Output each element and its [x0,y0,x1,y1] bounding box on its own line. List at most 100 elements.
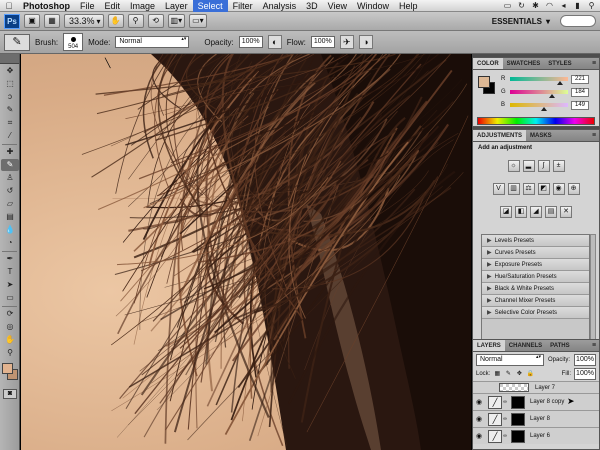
flow-field[interactable]: 100% [310,36,335,48]
mode-select[interactable]: Normal [115,36,190,48]
preset-item[interactable]: ▶ Curves Presets [482,247,589,259]
color-panel-foreground-swatch[interactable] [478,76,490,88]
tab-channels[interactable]: CHANNELS [505,340,546,351]
slider-track[interactable] [510,77,568,85]
color-balance-icon[interactable]: ⚖ [522,183,535,195]
menu-view[interactable]: View [323,0,352,12]
posterize-icon[interactable]: ◧ [515,206,527,218]
eye-icon[interactable]: ◉ [473,415,485,423]
slider-value[interactable]: 221 [571,74,589,84]
zoom-tool-button[interactable]: ⚲ [127,14,144,28]
slider-track[interactable] [510,103,568,111]
mini-bridge-button[interactable]: ▦ [44,14,60,28]
dodge-tool-icon[interactable]: ◔ [1,237,19,249]
eyedropper-tool-icon[interactable]: ⁄ [1,130,19,142]
tab-styles[interactable]: STYLES [544,58,575,69]
preset-item[interactable]: ▶ Exposure Presets [482,259,589,271]
lock-transparency-icon[interactable]: ▦ [493,370,501,378]
vibrance-icon[interactable]: V [492,183,505,195]
eye-icon[interactable]: ◉ [473,398,485,406]
layer-row[interactable]: ◉ ╱ ∞ Layer 6 [473,427,599,444]
selective-color-icon[interactable]: ✕ [560,206,572,218]
channel-mixer-icon[interactable]: ⊕ [567,183,580,195]
bluetooth-icon[interactable]: ✱ [530,1,541,10]
tab-masks[interactable]: MASKS [526,130,556,141]
lock-position-icon[interactable]: ✥ [515,370,523,378]
tool-preset-picker[interactable]: ✎ [4,33,30,51]
slider-knob[interactable] [557,81,564,85]
photo-filter-icon[interactable]: ◉ [552,183,565,195]
rotate-view-button[interactable]: ⟲ [147,14,164,28]
3d-orbit-tool-icon[interactable]: ◎ [1,321,19,333]
blur-tool-icon[interactable]: 💧 [1,224,19,236]
preset-item[interactable]: ▶ Black & White Presets [482,283,589,295]
lock-pixels-icon[interactable]: ✎ [504,370,512,378]
layer-opacity-field[interactable]: 100% [574,353,596,366]
zoom-level[interactable]: 33.3% ▾ [64,14,104,28]
move-tool-icon[interactable]: ✥ [1,65,19,77]
apple-menu-icon[interactable]:  [0,1,18,11]
layer-row[interactable]: Layer 7 [473,381,599,393]
hue-saturation-icon[interactable]: ▥ [507,183,520,195]
link-icon[interactable]: ∞ [502,433,508,439]
curves-icon[interactable]: ∫ [537,160,550,172]
invert-icon[interactable]: ◪ [500,206,512,218]
workspace-switcher[interactable]: ESSENTIALS ▾ [486,17,556,26]
link-icon[interactable]: ∞ [502,416,508,422]
menu-window[interactable]: Window [352,0,394,12]
preset-item[interactable]: ▶ Levels Presets [482,235,589,247]
menu-image[interactable]: Image [125,0,160,12]
link-icon[interactable]: ∞ [502,399,508,405]
preset-item[interactable]: ▶ Selective Color Presets [482,307,589,319]
tablet-size-icon[interactable]: ◑ [358,35,373,49]
quick-mask-icon[interactable]: ◙ [3,389,17,399]
slider-value[interactable]: 149 [571,100,589,110]
menu-file[interactable]: File [75,0,100,12]
black-white-icon[interactable]: ◩ [537,183,550,195]
gradient-map-icon[interactable]: ▤ [545,206,557,218]
toolbox-header[interactable] [0,54,19,64]
tab-adjustments[interactable]: ADJUSTMENTS [473,130,527,141]
marquee-tool-icon[interactable]: ⬚ [1,78,19,90]
shape-tool-icon[interactable]: ▭ [1,292,19,304]
brush-tool-icon[interactable]: ✎ [1,159,19,171]
opacity-field[interactable]: 100% [238,36,263,48]
path-selection-tool-icon[interactable]: ➤ [1,279,19,291]
threshold-icon[interactable]: ◢ [530,206,542,218]
window-icon[interactable]: ▭ [502,1,513,10]
slider-knob[interactable] [548,94,555,98]
tab-paths[interactable]: PATHS [546,340,573,351]
menu-select[interactable]: Select [192,0,228,12]
panel-menu-icon[interactable]: ≡ [589,58,599,69]
screen-mode-button[interactable]: ▭▾ [189,14,207,28]
exposure-icon[interactable]: ± [552,160,565,172]
gradient-tool-icon[interactable]: ▤ [1,211,19,223]
preset-item[interactable]: ▶ Hue/Saturation Presets [482,271,589,283]
quick-selection-tool-icon[interactable]: ✎ [1,104,19,116]
arrange-documents-button[interactable]: ▥▾ [167,14,186,28]
menu-app-photoshop[interactable]: Photoshop [18,0,75,12]
battery-icon[interactable]: ▮ [572,1,583,10]
color-spectrum-bar[interactable] [477,117,595,125]
preset-item[interactable]: ▶ Channel Mixer Presets [482,295,589,307]
lasso-tool-icon[interactable]: ↄ [1,91,19,103]
healing-brush-tool-icon[interactable]: ✚ [1,146,19,158]
sync-icon[interactable]: ↻ [516,1,527,10]
panel-menu-icon[interactable]: ≡ [589,130,599,141]
slider-track[interactable] [510,90,568,98]
airbrush-icon[interactable]: ✈ [339,35,354,49]
type-tool-icon[interactable]: T [1,266,19,278]
menu-analysis[interactable]: Analysis [258,0,302,12]
tab-layers[interactable]: LAYERS [473,340,505,351]
menu-layer[interactable]: Layer [160,0,193,12]
slider-knob[interactable] [540,107,547,111]
layer-row[interactable]: ◉ ╱ ∞ Layer 8 [473,410,599,427]
eraser-tool-icon[interactable]: ▱ [1,198,19,210]
clone-stamp-tool-icon[interactable]: ♙ [1,172,19,184]
volume-icon[interactable]: ◂ [558,1,569,10]
tab-swatches[interactable]: SWATCHES [503,58,545,69]
zoom-tool-icon[interactable]: ⚲ [1,347,19,359]
hand-tool-icon[interactable]: ✋ [1,334,19,346]
brush-preset-picker[interactable]: 504 [63,33,84,51]
menu-3d[interactable]: 3D [301,0,323,12]
